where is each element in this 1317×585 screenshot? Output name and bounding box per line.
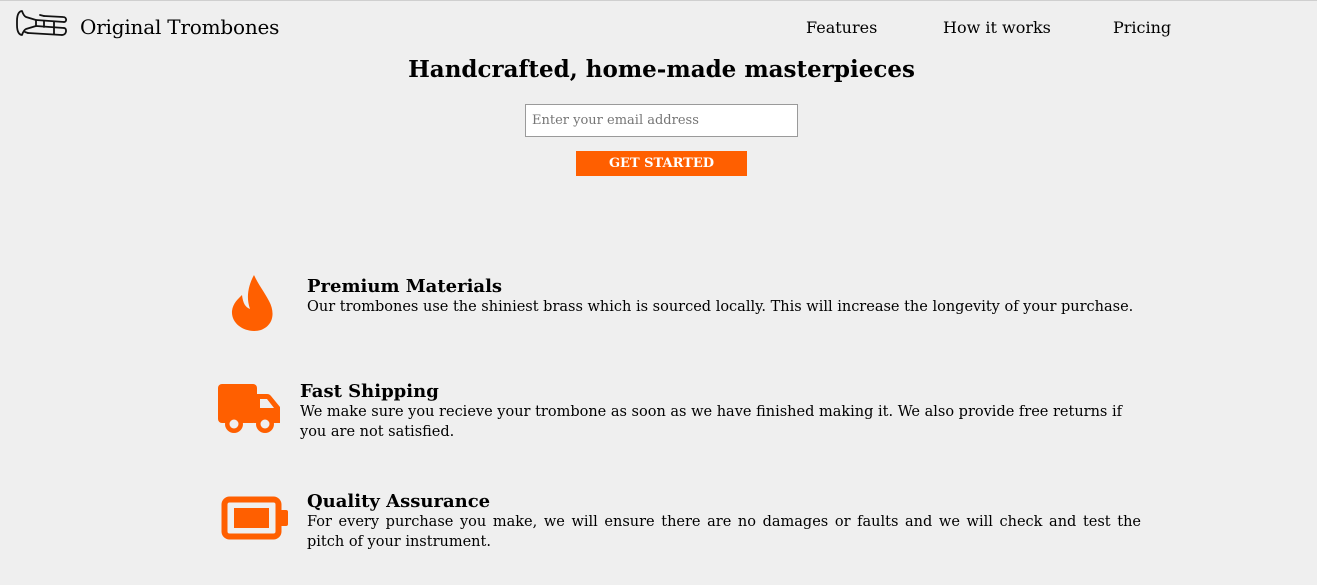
truck-icon: [218, 384, 280, 433]
feature-title: Fast Shipping: [300, 381, 439, 402]
feature-description: For every purchase you make, we will ens…: [307, 514, 1141, 550]
nav-link-how-it-works[interactable]: How it works: [943, 18, 1051, 38]
site-header: Original Trombones Features How it works…: [0, 1, 1317, 55]
feature-title: Premium Materials: [307, 276, 503, 297]
feature-description: We make sure you recieve your trombone a…: [300, 404, 1122, 440]
fire-icon: [231, 275, 273, 331]
email-input[interactable]: [525, 104, 798, 137]
nav-link-features[interactable]: Features: [806, 18, 877, 38]
main-nav: Features How it works Pricing: [0, 18, 1317, 40]
feature-title: Quality Assurance: [307, 491, 491, 512]
feature-description: Our trombones use the shiniest brass whi…: [307, 299, 1134, 315]
battery-full-icon: [221, 496, 288, 540]
get-started-button[interactable]: GET STARTED: [576, 151, 747, 176]
nav-link-pricing[interactable]: Pricing: [1113, 18, 1171, 38]
hero-title: Handcrafted, home-made masterpieces: [408, 56, 915, 83]
